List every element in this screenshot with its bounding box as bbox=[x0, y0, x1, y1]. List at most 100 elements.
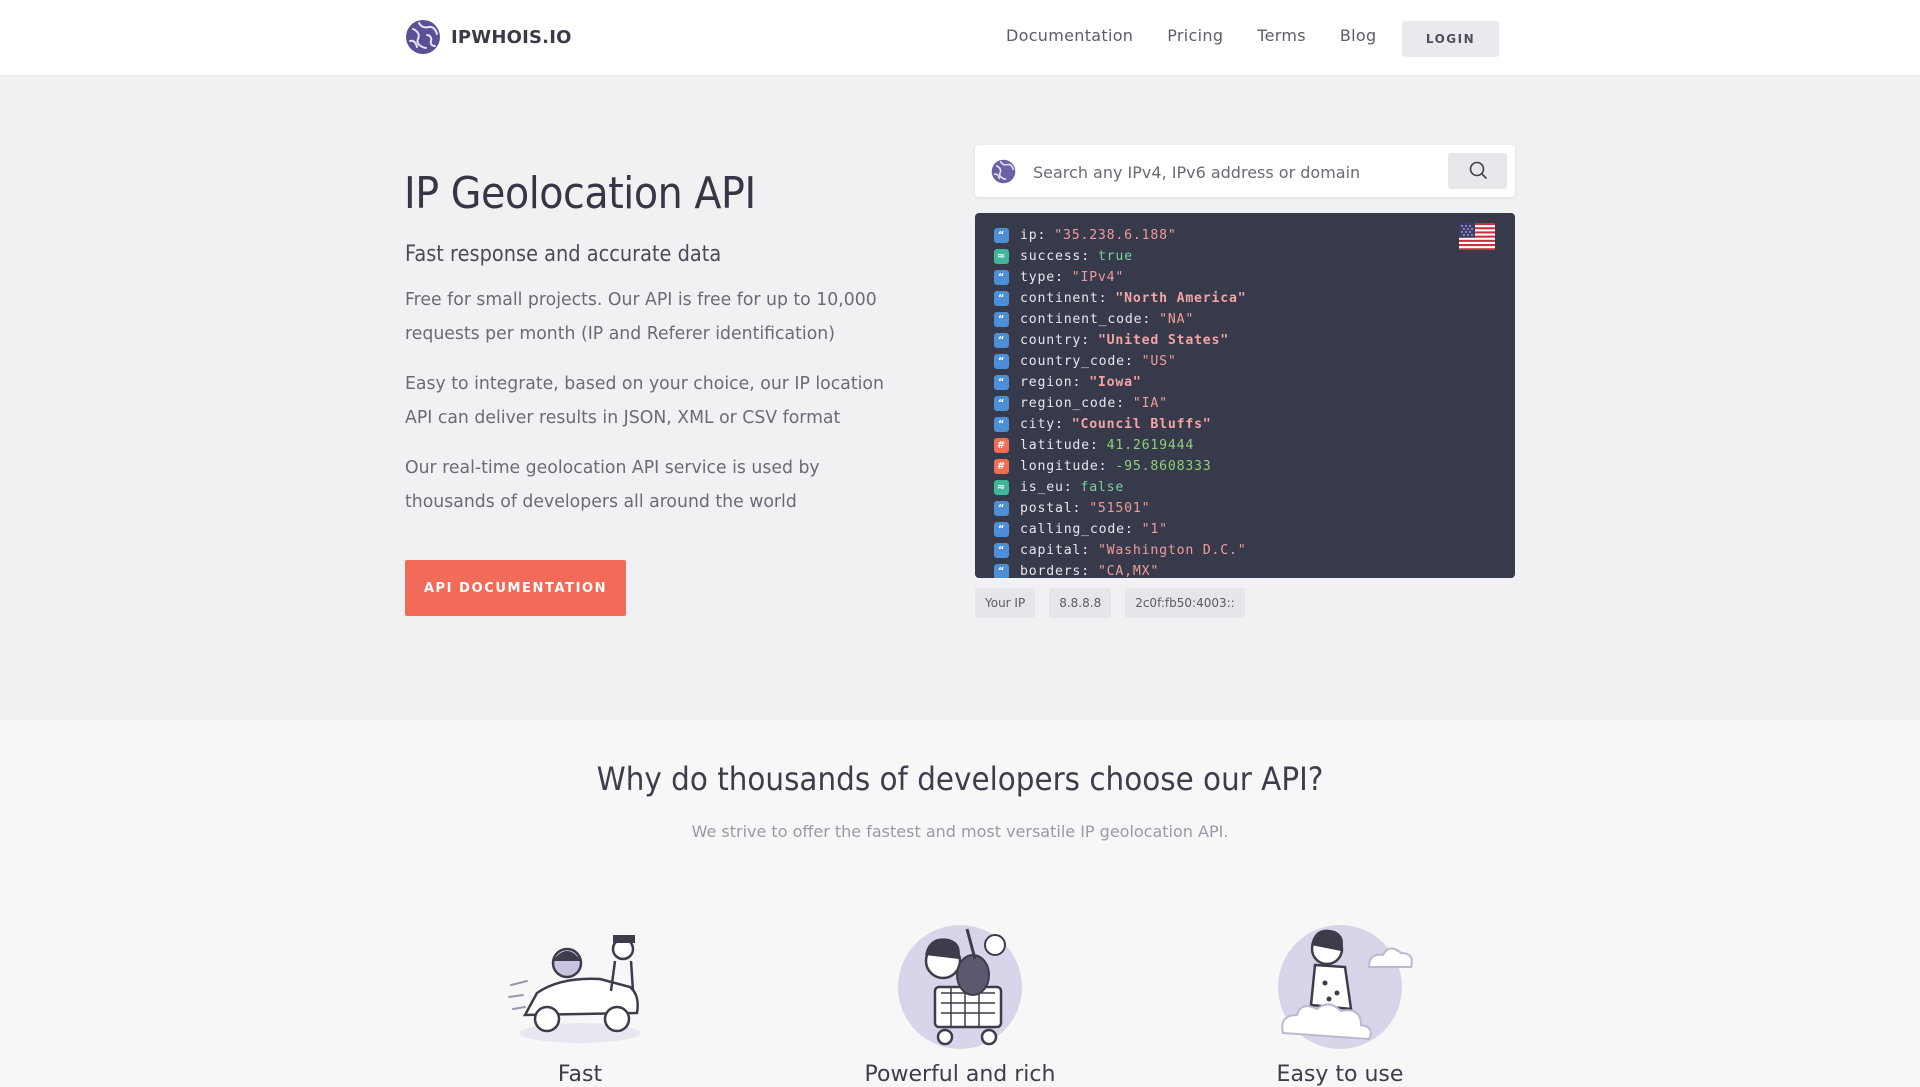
hero-subtitle: Fast response and accurate data bbox=[405, 242, 722, 267]
brand-link[interactable]: IPWHOIS.IO bbox=[405, 18, 572, 56]
json-key: continent_code bbox=[1020, 312, 1143, 327]
json-colon: : bbox=[1054, 417, 1064, 432]
json-key: is_eu bbox=[1020, 480, 1064, 495]
json-response-panel: “ ip: "35.238.6.188" ≈ success: true “ type: "IP… bbox=[975, 213, 1515, 578]
ip-search-input[interactable] bbox=[1031, 155, 1415, 189]
json-colon: : bbox=[1098, 459, 1108, 474]
json-colon: : bbox=[1098, 291, 1108, 306]
json-value: "1" bbox=[1141, 522, 1168, 537]
json-key: success bbox=[1020, 249, 1082, 264]
ip-search-bar bbox=[975, 145, 1515, 197]
example-queries: Your IP 8.8.8.8 2c0f:fb50:4003:: bbox=[975, 588, 1259, 618]
cloud-illustration-icon bbox=[1278, 925, 1413, 1049]
json-colon: : bbox=[1081, 249, 1090, 264]
string-type-icon: “ bbox=[994, 543, 1009, 558]
json-key: capital bbox=[1020, 543, 1082, 558]
json-row-city: “ city: "Council Bluffs" bbox=[994, 414, 1247, 435]
json-key: longitude bbox=[1020, 459, 1099, 474]
feature-powerful: Powerful and rich bbox=[800, 915, 1120, 1087]
json-value: "35.238.6.188" bbox=[1054, 228, 1177, 243]
json-value: "North America" bbox=[1115, 291, 1247, 306]
string-type-icon: “ bbox=[994, 354, 1009, 369]
json-colon: : bbox=[1142, 312, 1152, 327]
number-type-icon: # bbox=[994, 438, 1009, 453]
string-type-icon: “ bbox=[994, 270, 1009, 285]
json-rows: “ ip: "35.238.6.188" ≈ success: true “ type: "IP… bbox=[994, 225, 1247, 578]
string-type-icon: “ bbox=[994, 501, 1009, 516]
string-type-icon: “ bbox=[994, 522, 1009, 537]
hero-section: IP Geolocation API Fast response and acc… bbox=[0, 76, 1920, 720]
string-type-icon: “ bbox=[994, 396, 1009, 411]
json-colon: : bbox=[1089, 438, 1099, 453]
json-value: true bbox=[1097, 249, 1133, 264]
json-value: "Washington D.C." bbox=[1097, 543, 1247, 558]
json-value: "United States" bbox=[1097, 333, 1230, 348]
main-nav: Documentation Pricing Terms Blog bbox=[1006, 26, 1410, 45]
json-row-success: ≈ success: true bbox=[994, 246, 1247, 267]
hero-paragraph-integrate: Easy to integrate, based on your choice,… bbox=[405, 373, 884, 428]
json-row-capital: “ capital: "Washington D.C." bbox=[994, 540, 1247, 561]
json-colon: : bbox=[1081, 543, 1090, 558]
json-row-region: “ region: "Iowa" bbox=[994, 372, 1247, 393]
api-documentation-button[interactable]: API DOCUMENTATION bbox=[405, 560, 626, 616]
string-type-icon: “ bbox=[994, 312, 1009, 327]
feature-fast: Fast bbox=[420, 915, 740, 1087]
json-value: -95.8608333 bbox=[1115, 459, 1212, 474]
json-value: "Iowa" bbox=[1089, 375, 1142, 390]
json-row-region-code: “ region_code: "IA" bbox=[994, 393, 1247, 414]
json-value: "IA" bbox=[1132, 396, 1168, 411]
json-value: "US" bbox=[1141, 354, 1177, 369]
json-row-type: “ type: "IPv4" bbox=[994, 267, 1247, 288]
string-type-icon: “ bbox=[994, 564, 1009, 578]
json-row-longitude: # longitude: -95.8608333 bbox=[994, 456, 1247, 477]
brand-name: IPWHOIS.IO bbox=[451, 26, 572, 48]
us-flag-icon bbox=[1459, 223, 1495, 250]
json-row-country-code: “ country_code: "US" bbox=[994, 351, 1247, 372]
json-colon: : bbox=[1081, 564, 1090, 578]
shopping-cart-illustration-icon bbox=[898, 925, 1022, 1049]
json-key: region bbox=[1020, 375, 1073, 390]
json-row-continent-code: “ continent_code: "NA" bbox=[994, 309, 1247, 330]
features-subtitle: We strive to offer the fastest and most … bbox=[691, 822, 1229, 841]
json-key: calling_code bbox=[1020, 522, 1125, 537]
json-row-latitude: # latitude:41.2619444 bbox=[994, 435, 1247, 456]
json-value: 41.2619444 bbox=[1106, 438, 1195, 453]
feature-easy-title: Easy to use bbox=[1276, 1062, 1404, 1087]
race-car-illustration-icon bbox=[508, 935, 640, 1043]
json-value: false bbox=[1080, 480, 1125, 495]
json-value: "Council Bluffs" bbox=[1071, 417, 1212, 432]
nav-terms[interactable]: Terms bbox=[1257, 26, 1306, 45]
globe-logo-icon bbox=[406, 20, 440, 54]
json-key: region_code bbox=[1020, 396, 1117, 411]
search-button[interactable] bbox=[1448, 153, 1507, 189]
nav-pricing[interactable]: Pricing bbox=[1167, 26, 1223, 45]
json-value: "IPv4" bbox=[1071, 270, 1125, 285]
bool-type-icon: ≈ bbox=[994, 480, 1009, 495]
chip-ipv6-example[interactable]: 2c0f:fb50:4003:: bbox=[1125, 588, 1245, 618]
json-row-continent: “ continent: "North America" bbox=[994, 288, 1247, 309]
json-key: postal bbox=[1020, 501, 1073, 516]
string-type-icon: “ bbox=[994, 228, 1009, 243]
json-key: continent bbox=[1020, 291, 1099, 306]
top-navbar: IPWHOIS.IO Documentation Pricing Terms B… bbox=[0, 0, 1920, 76]
string-type-icon: “ bbox=[994, 333, 1009, 348]
json-value: "CA,MX" bbox=[1097, 564, 1160, 578]
nav-documentation[interactable]: Documentation bbox=[1006, 26, 1133, 45]
json-colon: : bbox=[1054, 270, 1064, 285]
json-colon: : bbox=[1072, 501, 1082, 516]
globe-logo-icon bbox=[991, 159, 1016, 184]
json-value: "NA" bbox=[1159, 312, 1195, 327]
feature-powerful-title: Powerful and rich bbox=[864, 1062, 1056, 1087]
login-button[interactable]: LOGIN bbox=[1402, 21, 1499, 57]
json-row-is-eu: ≈ is_eu: false bbox=[994, 477, 1247, 498]
json-value: "51501" bbox=[1089, 501, 1151, 516]
json-row-calling-code: “ calling_code: "1" bbox=[994, 519, 1247, 540]
chip-your-ip[interactable]: Your IP bbox=[975, 588, 1036, 618]
json-row-country: “ country: "United States" bbox=[994, 330, 1247, 351]
feature-fast-title: Fast bbox=[557, 1062, 603, 1087]
chip-google-dns[interactable]: 8.8.8.8 bbox=[1049, 588, 1112, 618]
json-row-borders: “ borders: "CA,MX" bbox=[994, 561, 1247, 578]
json-row-ip: “ ip: "35.238.6.188" bbox=[994, 225, 1247, 246]
nav-blog[interactable]: Blog bbox=[1340, 26, 1377, 45]
search-icon bbox=[1469, 161, 1487, 179]
